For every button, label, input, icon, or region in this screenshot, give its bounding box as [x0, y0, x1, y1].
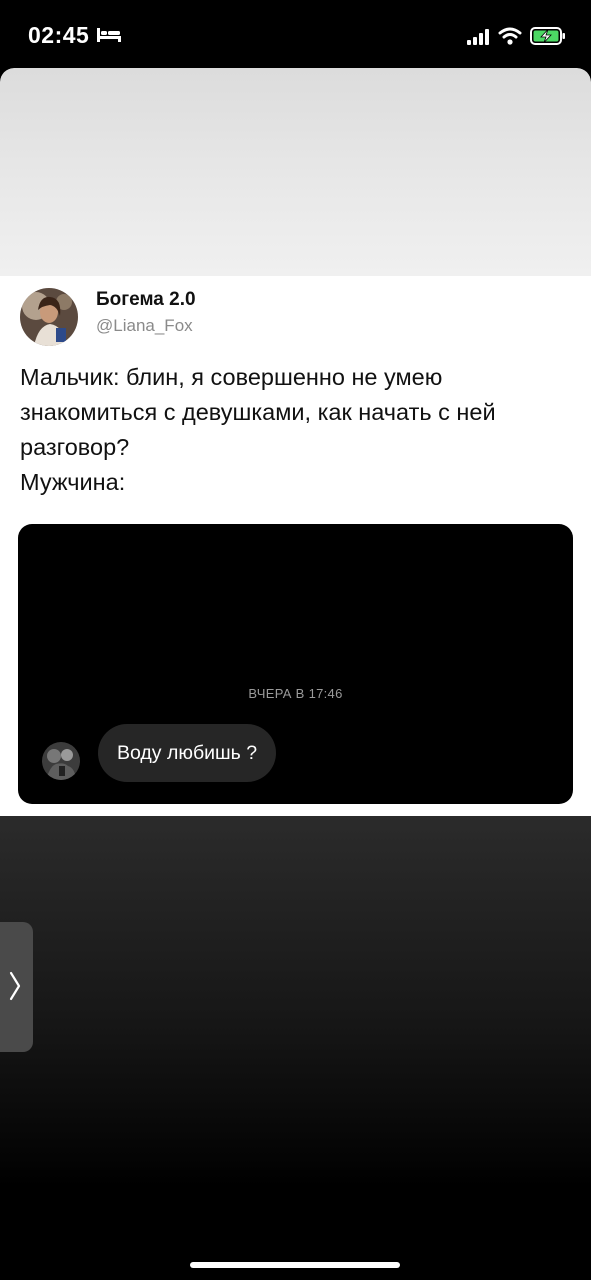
tweet-display-name: Богема 2.0	[96, 289, 196, 310]
wifi-icon	[498, 26, 522, 46]
story-top-area	[0, 68, 591, 276]
chat-timestamp: ВЧЕРА В 17:46	[248, 686, 343, 701]
chevron-right-icon	[8, 970, 22, 1002]
signal-icon	[466, 28, 490, 46]
story-bottom-area	[0, 816, 591, 1280]
bed-icon	[96, 26, 122, 44]
chat-screenshot: ВЧЕРА В 17:46 Воду любишь ?	[18, 524, 573, 804]
status-bar: 02:45	[0, 0, 591, 68]
chat-avatar	[42, 742, 80, 780]
tweet-handle: @Liana_Fox	[96, 316, 193, 335]
story-viewer: Богема 2.0 @Liana_Fox Мальчик: блин, я с…	[0, 68, 591, 1280]
status-time: 02:45	[28, 22, 90, 48]
home-indicator[interactable]	[190, 1262, 400, 1268]
battery-charging-icon	[530, 26, 566, 46]
avatar	[20, 288, 78, 346]
side-handle-button[interactable]	[0, 922, 33, 1052]
chat-message-bubble: Воду любишь ?	[98, 724, 277, 782]
tweet-card: Богема 2.0 @Liana_Fox Мальчик: блин, я с…	[0, 276, 591, 816]
tweet-text: Мальчик: блин, я совершенно не умею знак…	[20, 364, 496, 495]
